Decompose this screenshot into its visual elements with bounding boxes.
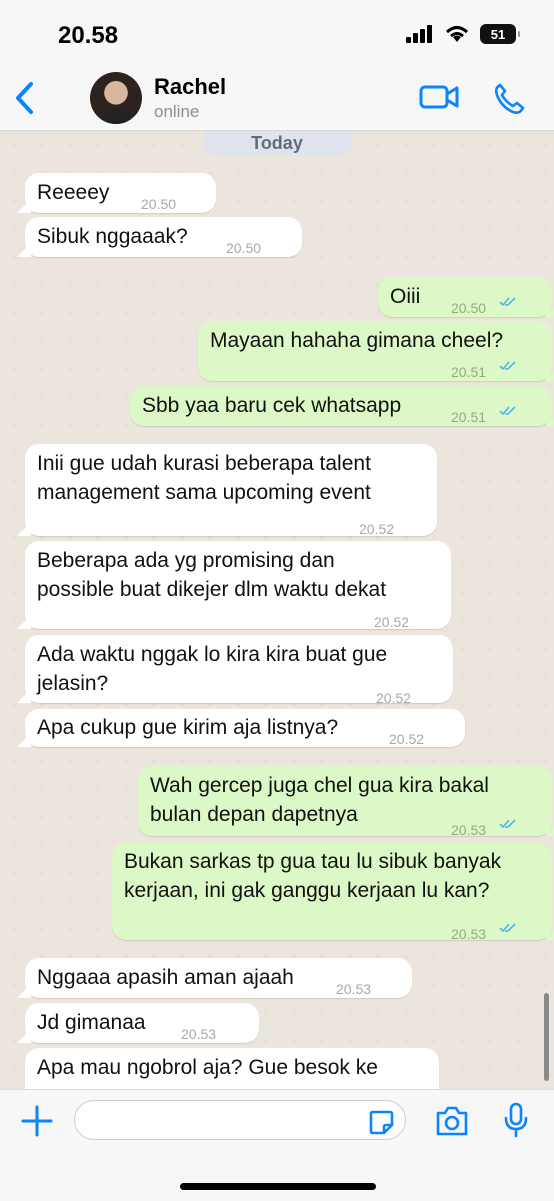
message-outgoing[interactable]: Bukan sarkas tp gua tau lu sibuk banyak … bbox=[112, 842, 554, 942]
read-receipt-icon bbox=[499, 923, 516, 933]
message-text: Oiii bbox=[390, 285, 421, 308]
message-text: Sibuk nggaaak? bbox=[37, 225, 188, 248]
message-time: 20.51 bbox=[451, 364, 487, 380]
message-time: 20.53 bbox=[451, 822, 487, 838]
message-input[interactable] bbox=[74, 1100, 406, 1140]
message-outgoing[interactable]: Mayaan hahaha gimana cheel? 20.51 bbox=[198, 321, 554, 381]
message-time: 20.53 bbox=[451, 926, 487, 942]
message-incoming[interactable]: Sibuk nggaaak? 20.50 bbox=[17, 217, 302, 257]
message-text: Apa mau ngobrol aja? Gue besok ke bbox=[37, 1056, 378, 1079]
message-incoming[interactable]: Beberapa ada yg promising dan possible b… bbox=[17, 541, 451, 630]
battery-level: 51 bbox=[490, 26, 506, 42]
message-text: Jd gimanaa bbox=[37, 1011, 146, 1034]
message-outgoing[interactable]: Wah gercep juga chel gua kira bakal bula… bbox=[138, 766, 554, 838]
wifi-icon bbox=[445, 26, 469, 42]
battery-icon: 51 bbox=[480, 24, 520, 44]
message-incoming[interactable]: Apa mau ngobrol aja? Gue besok ke bbox=[25, 1048, 439, 1089]
avatar[interactable] bbox=[90, 72, 142, 124]
message-text: Ada waktu nggak lo kira kira buat gue je… bbox=[37, 643, 388, 695]
date-chip: Today bbox=[203, 131, 351, 155]
message-text: Reeeey bbox=[37, 181, 110, 204]
message-time: 20.53 bbox=[336, 981, 372, 997]
message-incoming[interactable]: Nggaaa apasih aman ajaah 20.53 bbox=[17, 958, 412, 998]
message-time: 20.52 bbox=[374, 614, 410, 630]
message-text: Apa cukup gue kirim aja listnya? bbox=[37, 716, 339, 739]
camera-icon[interactable] bbox=[434, 1104, 470, 1138]
status-bar: 20.58 51 bbox=[0, 0, 554, 70]
message-text: Sbb yaa baru cek whatsapp bbox=[142, 394, 402, 417]
composer-bar bbox=[0, 1089, 554, 1201]
chat-area[interactable]: Today Reeeey 20.50 Sibuk nggaaak? 20.50 … bbox=[0, 131, 554, 1089]
video-camera-icon[interactable] bbox=[418, 82, 460, 112]
contact-name[interactable]: Rachel bbox=[154, 74, 226, 100]
signal-icon bbox=[406, 25, 432, 43]
message-text: Inii gue udah kurasi beberapa talent man… bbox=[37, 452, 371, 504]
chat-header: Rachel online bbox=[0, 70, 554, 131]
microphone-icon[interactable] bbox=[501, 1102, 531, 1138]
read-receipt-icon bbox=[499, 361, 516, 371]
phone-icon[interactable] bbox=[492, 82, 526, 116]
message-time: 20.50 bbox=[226, 240, 262, 256]
message-incoming[interactable]: Apa cukup gue kirim aja listnya? 20.52 bbox=[17, 709, 465, 747]
sticker-icon[interactable] bbox=[367, 1108, 395, 1136]
message-text: Beberapa ada yg promising dan possible b… bbox=[37, 549, 387, 601]
read-receipt-icon bbox=[499, 819, 516, 829]
read-receipt-icon bbox=[499, 297, 516, 307]
message-text: Bukan sarkas tp gua tau lu sibuk banyak … bbox=[124, 850, 502, 902]
message-text: Mayaan hahaha gimana cheel? bbox=[210, 329, 504, 352]
read-receipt-icon bbox=[499, 406, 516, 416]
message-incoming[interactable]: Jd gimanaa 20.53 bbox=[17, 1003, 259, 1043]
status-time: 20.58 bbox=[58, 22, 119, 49]
message-time: 20.53 bbox=[181, 1026, 217, 1042]
plus-icon[interactable] bbox=[20, 1104, 54, 1138]
message-outgoing[interactable]: Sbb yaa baru cek whatsapp 20.51 bbox=[130, 386, 554, 426]
message-time: 20.50 bbox=[451, 300, 487, 316]
message-time: 20.52 bbox=[389, 731, 425, 747]
message-incoming[interactable]: Ada waktu nggak lo kira kira buat gue je… bbox=[17, 635, 453, 706]
scrollbar[interactable] bbox=[544, 993, 549, 1081]
message-time: 20.51 bbox=[451, 409, 487, 425]
message-text: Nggaaa apasih aman ajaah bbox=[37, 966, 294, 989]
contact-status: online bbox=[154, 102, 200, 121]
message-time: 20.50 bbox=[141, 196, 177, 212]
message-incoming[interactable]: Reeeey 20.50 bbox=[17, 173, 216, 213]
home-indicator bbox=[180, 1183, 376, 1190]
chevron-left-icon[interactable] bbox=[10, 78, 40, 118]
message-outgoing[interactable]: Oiii 20.50 bbox=[378, 277, 554, 317]
status-icons: 51 bbox=[406, 24, 520, 44]
message-incoming[interactable]: Inii gue udah kurasi beberapa talent man… bbox=[17, 444, 437, 537]
message-time: 20.52 bbox=[359, 521, 395, 537]
